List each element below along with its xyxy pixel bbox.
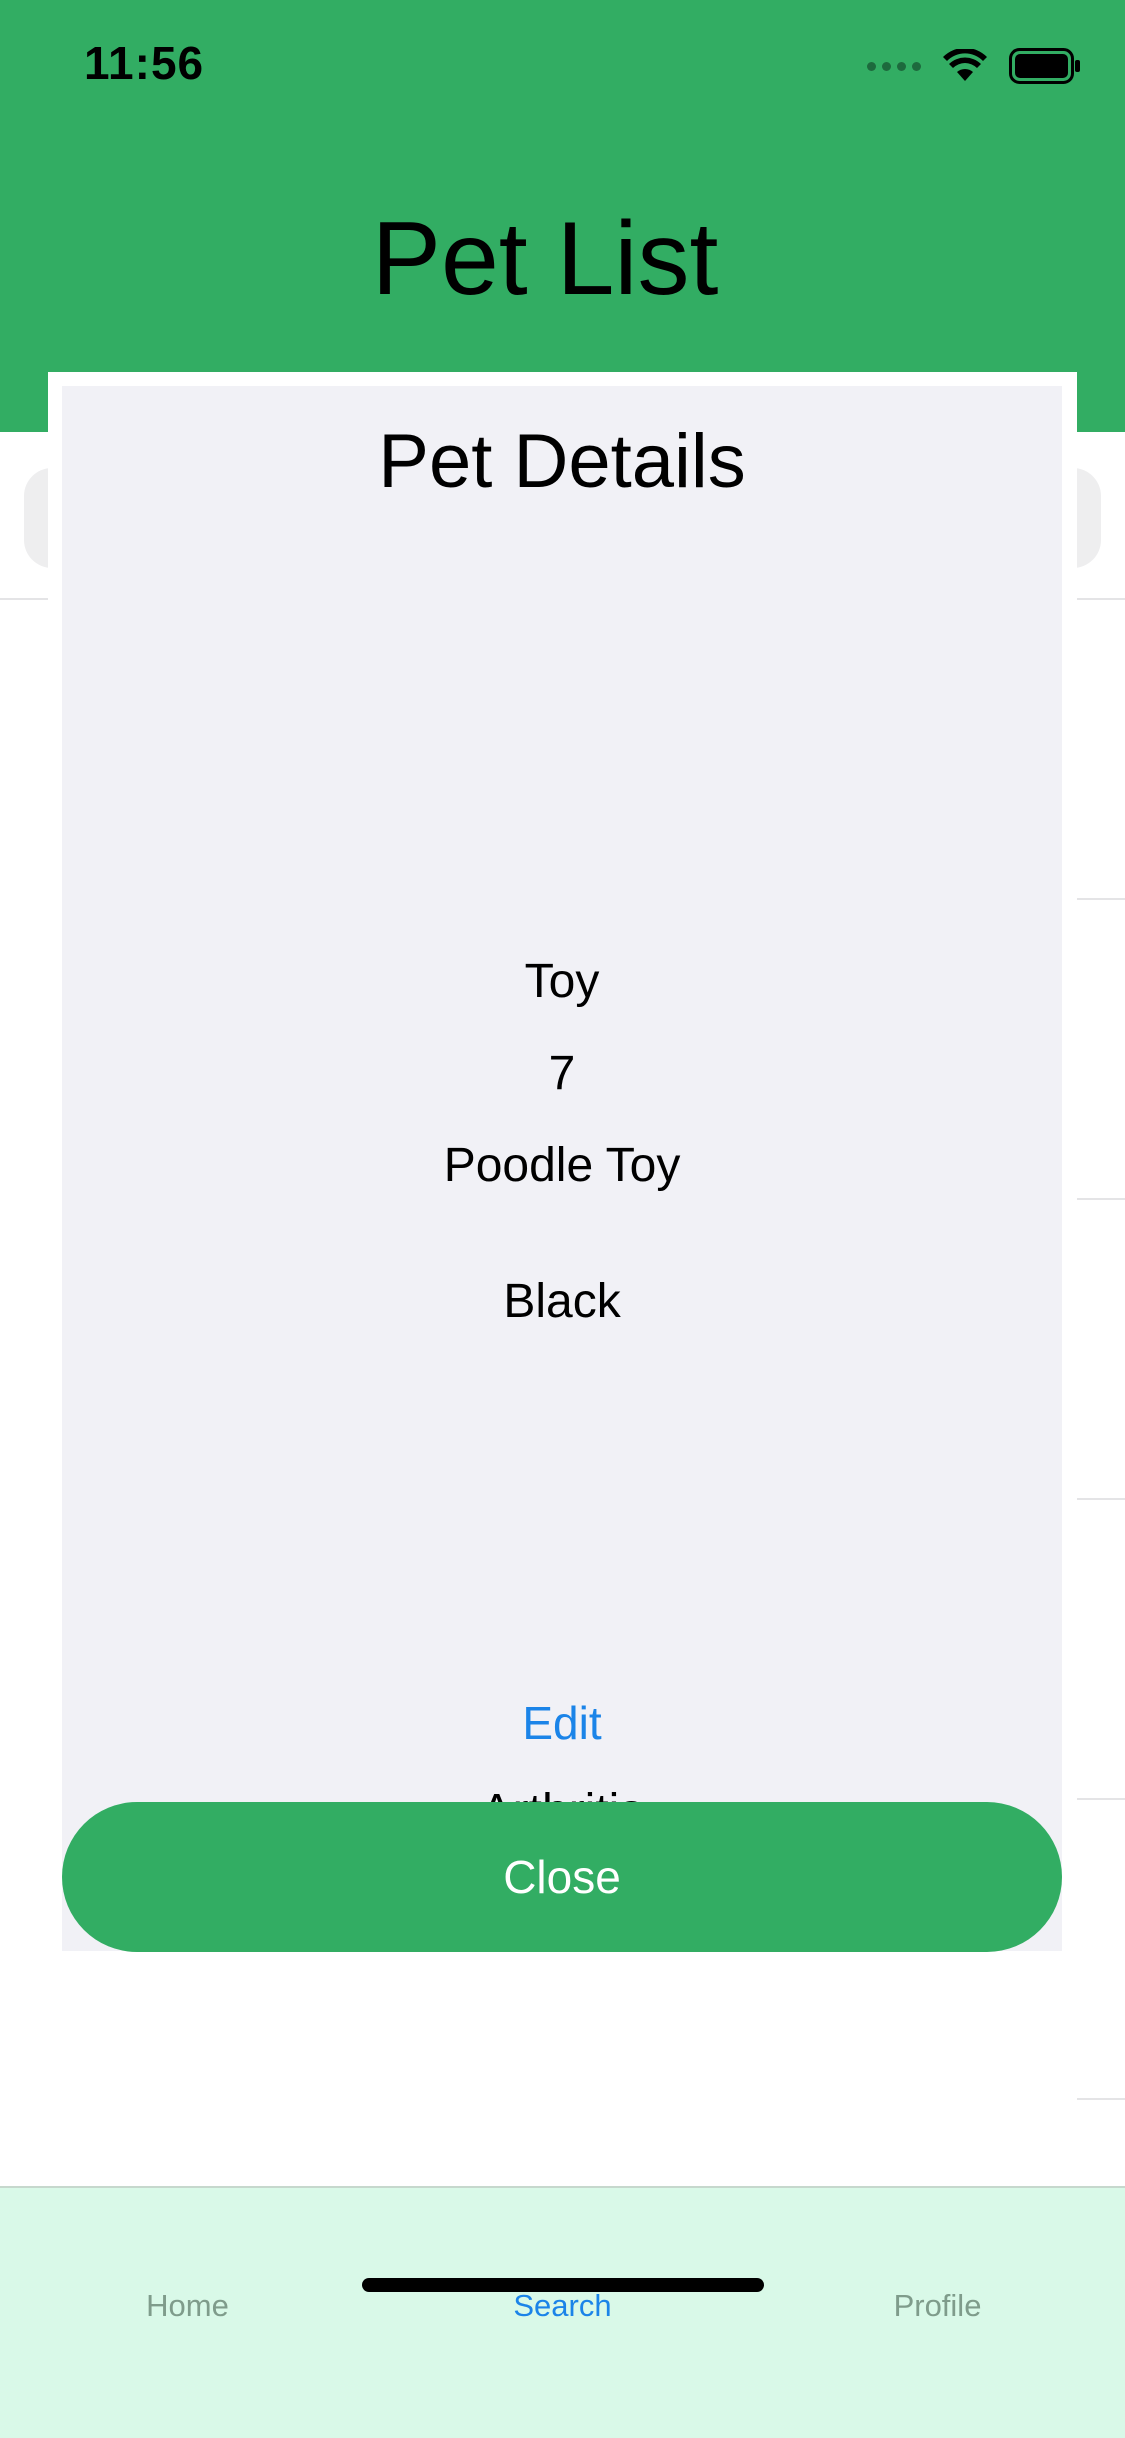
pet-breed: Poodle Toy bbox=[443, 1139, 681, 1192]
tab-home[interactable]: Home bbox=[0, 2288, 375, 2324]
wifi-icon bbox=[943, 49, 987, 83]
pet-size: Toy bbox=[524, 955, 600, 1008]
status-icons bbox=[867, 48, 1081, 84]
list-divider bbox=[1077, 1798, 1125, 1800]
list-divider bbox=[1077, 1198, 1125, 1200]
list-divider bbox=[1077, 2098, 1125, 2100]
status-time: 11:56 bbox=[84, 37, 205, 89]
close-button[interactable]: Close bbox=[62, 1802, 1062, 1952]
list-divider bbox=[1077, 898, 1125, 900]
modal-title: Pet Details bbox=[378, 419, 746, 504]
battery-icon bbox=[1009, 48, 1081, 84]
list-divider bbox=[1077, 1498, 1125, 1500]
pet-color: Black bbox=[503, 1275, 621, 1328]
page-title: Pet List bbox=[371, 201, 719, 317]
tab-profile[interactable]: Profile bbox=[750, 2288, 1125, 2324]
tab-bar: Home Search Profile bbox=[0, 2186, 1125, 2438]
app-header: 11:56 Pet List bbox=[0, 0, 1125, 432]
tab-search[interactable]: Search bbox=[375, 2288, 750, 2324]
pet-age: 7 bbox=[548, 1047, 576, 1100]
edit-button[interactable]: Edit bbox=[62, 1696, 1062, 1750]
cellular-signal-icon bbox=[867, 61, 921, 71]
home-indicator bbox=[362, 2278, 764, 2292]
pet-details-modal: Pet Details Toy 7 Poodle Toy Black Arthr… bbox=[62, 386, 1062, 1952]
